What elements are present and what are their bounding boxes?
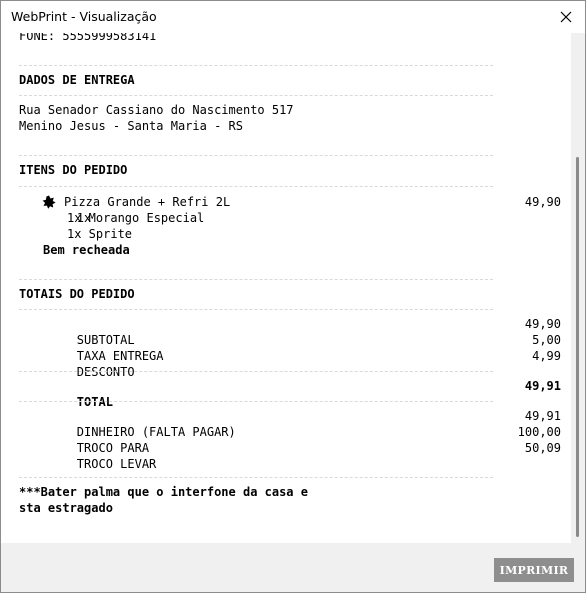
address-line-2: Menino Jesus - Santa Maria - RS — [19, 119, 243, 133]
total-row: TOTAL 49,91 — [19, 378, 561, 409]
divider — [19, 186, 493, 187]
divider — [19, 155, 493, 156]
title-bar: WebPrint - Visualização — [1, 1, 585, 33]
star-icon — [42, 195, 56, 209]
window-title: WebPrint - Visualização — [11, 9, 157, 24]
discount-value: 4,99 — [532, 349, 561, 363]
divider — [19, 279, 493, 280]
delivery-heading: DADOS DE ENTREGA — [19, 73, 135, 87]
item-price: 49,90 — [524, 195, 561, 209]
print-button[interactable]: IMPRIMIR — [494, 558, 574, 582]
delivery-fee-row: TAXA ENTREGA 5,00 — [19, 332, 561, 363]
divider — [19, 309, 493, 310]
change-take-label: TROCO LEVAR — [76, 457, 157, 471]
address-line-1: Rua Senador Cassiano do Nascimento 517 — [19, 103, 294, 117]
change-for-value: 100,00 — [517, 425, 561, 439]
divider — [19, 401, 493, 402]
close-button[interactable] — [551, 3, 581, 31]
item-sub-2: 1x Sprite — [67, 227, 133, 241]
phone-line: FONE: 5555999583141 — [19, 33, 157, 43]
divider — [19, 477, 493, 478]
items-heading: ITENS DO PEDIDO — [19, 163, 128, 177]
item-row: 1x Pizza Grande + Refri 2L 49,90 — [19, 194, 561, 225]
subtotal-value: 49,90 — [524, 317, 561, 331]
close-icon — [560, 11, 572, 23]
total-label: TOTAL — [76, 395, 113, 409]
discount-row: DESCONTO 4,99 — [19, 348, 561, 379]
observation-line-1: ***Bater palma que o interfone da casa e — [19, 485, 308, 499]
change-for-row: TROCO PARA 100,00 — [19, 424, 561, 455]
cash-row: DINHEIRO (FALTA PAGAR) 49,91 — [19, 408, 561, 439]
divider — [19, 371, 493, 372]
item-sub-1: 1x Morango Especial — [67, 211, 205, 225]
item-note: Bem recheada — [43, 243, 130, 257]
footer-bar: IMPRIMIR — [1, 543, 585, 592]
discount-label: DESCONTO — [76, 365, 135, 379]
divider — [19, 95, 493, 96]
delivery-fee-value: 5,00 — [532, 333, 561, 347]
total-value: 49,91 — [524, 379, 561, 393]
divider — [19, 65, 493, 66]
subtotal-row: SUBTOTAL 49,90 — [19, 316, 561, 347]
cash-value: 49,91 — [524, 409, 561, 423]
item-name: Pizza Grande + Refri 2L — [64, 195, 231, 209]
change-take-row: TROCO LEVAR 50,09 — [19, 440, 561, 471]
vertical-scrollbar[interactable] — [571, 33, 585, 543]
change-take-value: 50,09 — [524, 441, 561, 455]
receipt-preview[interactable]: FONE: 5555999583141 DADOS DE ENTREGA Rua… — [1, 33, 571, 543]
scrollbar-thumb[interactable] — [576, 157, 579, 537]
observation-line-2: sta estragado — [19, 501, 113, 515]
webprint-window: WebPrint - Visualização FONE: 5555999583… — [0, 0, 586, 593]
totals-heading: TOTAIS DO PEDIDO — [19, 287, 135, 301]
